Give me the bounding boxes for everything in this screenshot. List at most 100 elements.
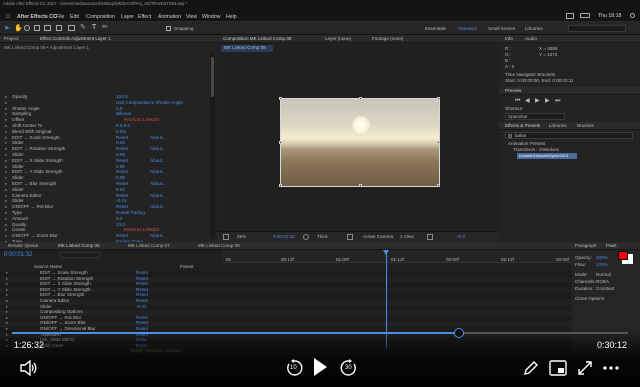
player-scrub-knob[interactable]: [453, 328, 464, 338]
about-link[interactable]: About...: [150, 205, 166, 210]
tab-brushes[interactable]: Brushes: [577, 123, 594, 129]
effect-property-value[interactable]: 0.00: [116, 152, 125, 158]
effect-controls-scrollbar[interactable]: [210, 53, 215, 239]
fast-preview-icon[interactable]: [427, 234, 433, 240]
duration-dropdown[interactable]: Constant: [596, 286, 614, 292]
effect-property-row[interactable]: ▸ Amount 0.0: [0, 216, 217, 223]
airplay-icon[interactable]: [566, 13, 574, 19]
disclosure-triangle-icon[interactable]: ▸: [5, 129, 7, 135]
tab-paragraph[interactable]: Paragraph: [575, 243, 596, 249]
effect-property-row[interactable]: ▸ Opacity 100.0: [0, 94, 217, 101]
effect-property-value[interactable]: Reset: [116, 158, 128, 164]
transform-handle[interactable]: [437, 184, 440, 187]
last-frame-button[interactable]: ⏭: [555, 98, 560, 104]
disclosure-triangle-icon[interactable]: ▸: [5, 152, 7, 158]
app-menu[interactable]: After Effects CC: [17, 14, 57, 20]
playhead-icon[interactable]: [383, 250, 389, 255]
snapshot-icon[interactable]: [303, 234, 309, 240]
effect-property-row[interactable]: ▸ ON/OFF → Rot Blur Reset About...: [0, 205, 217, 211]
play-button[interactable]: ▶: [535, 98, 540, 104]
effect-property-row[interactable]: ▸ ON/OFF → Zoom Blur Reset About...: [0, 234, 217, 240]
annotate-pen-icon[interactable]: [523, 360, 539, 376]
rotate-tool-icon[interactable]: [34, 25, 40, 31]
menu-edit[interactable]: Edit: [70, 14, 79, 20]
effect-property-row[interactable]: ▸ EDIT → Scale Strength Reset About...: [0, 135, 217, 142]
fullscreen-icon[interactable]: [577, 360, 593, 376]
effect-property-row[interactable]: ▸ Type Rotate Fading: [0, 210, 217, 217]
timeline-timecode[interactable]: 0:00:01:32: [4, 252, 32, 258]
opacity-value[interactable]: 100%: [596, 255, 608, 261]
about-link[interactable]: About...: [150, 147, 166, 152]
effect-property-row[interactable]: ▸ Sampling Bilinear: [0, 112, 217, 118]
shortcut-dropdown[interactable]: Spacebar: [505, 113, 565, 120]
more-options-icon[interactable]: [603, 365, 619, 371]
transform-handle[interactable]: [279, 141, 282, 144]
pen-tool-icon[interactable]: ✎: [80, 24, 86, 31]
rectangle-tool-icon[interactable]: [68, 25, 75, 31]
tab-project[interactable]: Project: [4, 36, 18, 42]
transform-handle[interactable]: [359, 97, 362, 100]
menu-view[interactable]: View: [186, 14, 197, 20]
zoom-dropdown[interactable]: 25%: [237, 234, 246, 240]
disclosure-triangle-icon[interactable]: ▸: [6, 270, 8, 276]
effect-property-value[interactable]: 100.0: [116, 94, 128, 100]
tab-preview[interactable]: Preview: [505, 88, 521, 94]
resolution-dropdown[interactable]: Third: [317, 234, 327, 240]
views-dropdown[interactable]: 1 View: [400, 234, 414, 240]
effect-property-row[interactable]: ▸ Camera Editor Reset About...: [0, 193, 217, 200]
tab-comp-07[interactable]: MK Linked Comp 07: [128, 243, 170, 249]
transform-handle[interactable]: [279, 184, 282, 187]
effect-property-value[interactable]: Use Composition's Shutter Angle: [116, 100, 183, 106]
disclosure-triangle-icon[interactable]: ▸: [5, 158, 7, 164]
search-help-input[interactable]: [568, 25, 626, 32]
always-preview-icon[interactable]: [223, 234, 229, 240]
snapping-checkbox[interactable]: [166, 26, 171, 31]
next-frame-button[interactable]: ▶: [545, 98, 550, 104]
channels-dropdown[interactable]: RGBA: [596, 279, 609, 285]
zoom-tool-icon[interactable]: [24, 25, 30, 31]
workspace-libraries[interactable]: Libraries: [525, 26, 543, 32]
tree-animation-presets[interactable]: Animation Presets: [508, 141, 545, 147]
paint-foreground-swatch[interactable]: [618, 251, 628, 260]
tab-comp-06[interactable]: MK Linked Comp 06: [58, 243, 100, 249]
play-icon[interactable]: [312, 357, 328, 377]
workspace-standard[interactable]: Standard: [458, 26, 477, 32]
effect-property-value[interactable]: 0.00: [116, 187, 125, 193]
effect-property-row[interactable]: ▸Quality10.0: [0, 222, 217, 229]
volume-icon[interactable]: [20, 360, 38, 376]
pan-behind-tool-icon[interactable]: [56, 25, 62, 31]
layer-property-value[interactable]: Reset: [136, 298, 148, 304]
menu-layer[interactable]: Layer: [121, 14, 134, 20]
tab-info[interactable]: Info: [505, 36, 513, 42]
timeline-search-input[interactable]: [60, 252, 100, 258]
flow-value[interactable]: 100%: [596, 262, 608, 268]
disclosure-triangle-icon[interactable]: ▸: [6, 298, 8, 304]
search-icon[interactable]: [630, 13, 635, 18]
exposure-value[interactable]: +0.0: [456, 234, 465, 240]
effect-property-row[interactable]: ▸ EDIT → X Slide Strength Reset About...: [0, 158, 217, 165]
disclosure-triangle-icon[interactable]: ▸: [5, 187, 7, 193]
mode-dropdown[interactable]: Normal: [596, 272, 611, 278]
tree-transitions-dissolves[interactable]: Transitions - Dissolves: [513, 147, 559, 153]
region-of-interest-icon[interactable]: [347, 234, 353, 240]
disclosure-triangle-icon[interactable]: ▸: [5, 94, 7, 100]
type-tool-icon[interactable]: T: [92, 24, 96, 31]
hand-tool-icon[interactable]: ✋: [14, 25, 23, 32]
tab-audio[interactable]: Audio: [525, 36, 537, 42]
transform-handle[interactable]: [359, 184, 362, 187]
effect-property-row[interactable]: ▸ Shutter Angle 0.0: [0, 106, 217, 113]
effects-search-input[interactable]: bakar: [505, 132, 633, 139]
about-link[interactable]: About...: [150, 135, 166, 141]
apple-menu[interactable]: : [6, 14, 10, 20]
about-link[interactable]: About...: [150, 193, 166, 199]
effect-property-row[interactable]: ▸ EDIT → Y Slide Strength Reset About...: [0, 170, 217, 176]
transform-handle[interactable]: [437, 141, 440, 144]
tab-paint[interactable]: Paint: [606, 243, 616, 249]
about-link[interactable]: About...: [150, 181, 166, 187]
menu-help[interactable]: Help: [226, 14, 237, 20]
effect-property-value[interactable]: 0.0,0.0: [116, 123, 130, 129]
menu-animation[interactable]: Animation: [158, 14, 181, 20]
menu-effect[interactable]: Effect: [138, 14, 151, 20]
layer-bounding-box[interactable]: [279, 97, 440, 187]
current-time[interactable]: 0:00:01:32: [273, 234, 295, 240]
